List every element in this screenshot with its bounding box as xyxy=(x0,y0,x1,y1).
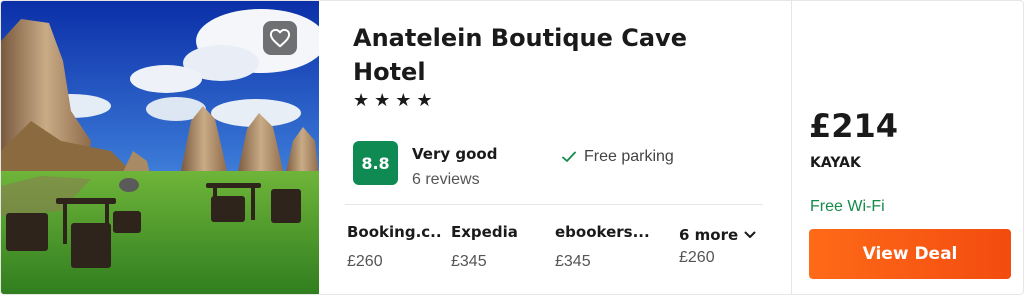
best-deal-provider: KAYAK xyxy=(810,155,861,171)
provider-booking[interactable]: Booking.c... £260 xyxy=(347,223,443,271)
provider-ebookers[interactable]: ebookers.... £345 xyxy=(555,223,651,271)
provider-price: £260 xyxy=(347,253,383,270)
more-providers-price: £260 xyxy=(679,249,715,266)
section-divider xyxy=(345,204,763,205)
hotel-info: Anatelein Boutique Cave Hotel ★★★★ 8.8 V… xyxy=(319,1,791,294)
provider-price: £345 xyxy=(451,253,487,270)
provider-expedia[interactable]: Expedia £345 xyxy=(451,223,547,271)
best-deal-panel: £214 KAYAK Free Wi-Fi View Deal xyxy=(792,1,1023,294)
provider-name: Expedia xyxy=(451,223,518,241)
hotel-result-card: Anatelein Boutique Cave Hotel ★★★★ 8.8 V… xyxy=(0,0,1024,295)
heart-outline-icon xyxy=(269,28,291,48)
more-providers-label: 6 more xyxy=(679,226,739,244)
amenity-free-parking: Free parking xyxy=(562,148,674,166)
best-price: £214 xyxy=(809,107,899,145)
hotel-name-line-1: Anatelein Boutique Cave xyxy=(353,24,687,52)
provider-price: £345 xyxy=(555,253,591,270)
review-score-badge: 8.8 xyxy=(353,141,398,185)
deal-perk: Free Wi-Fi xyxy=(810,198,885,215)
more-providers-price-block[interactable]: £260 xyxy=(679,249,775,267)
chevron-down-icon xyxy=(744,231,756,238)
hotel-photo[interactable] xyxy=(1,1,319,294)
hotel-name[interactable]: Anatelein Boutique Cave Hotel xyxy=(353,21,733,89)
check-icon xyxy=(562,151,576,162)
rating-label: Very good xyxy=(412,145,498,163)
star-rating: ★★★★ xyxy=(353,90,438,110)
view-deal-button[interactable]: View Deal xyxy=(809,229,1011,279)
amenity-label: Free parking xyxy=(584,148,674,165)
review-count: 6 reviews xyxy=(412,171,480,188)
provider-name: ebookers.... xyxy=(555,223,651,241)
provider-name: Booking.c... xyxy=(347,223,443,241)
more-providers-dropdown[interactable]: 6 more xyxy=(679,226,756,244)
hotel-name-line-2: Hotel xyxy=(353,58,426,86)
favorite-button[interactable] xyxy=(263,21,297,55)
